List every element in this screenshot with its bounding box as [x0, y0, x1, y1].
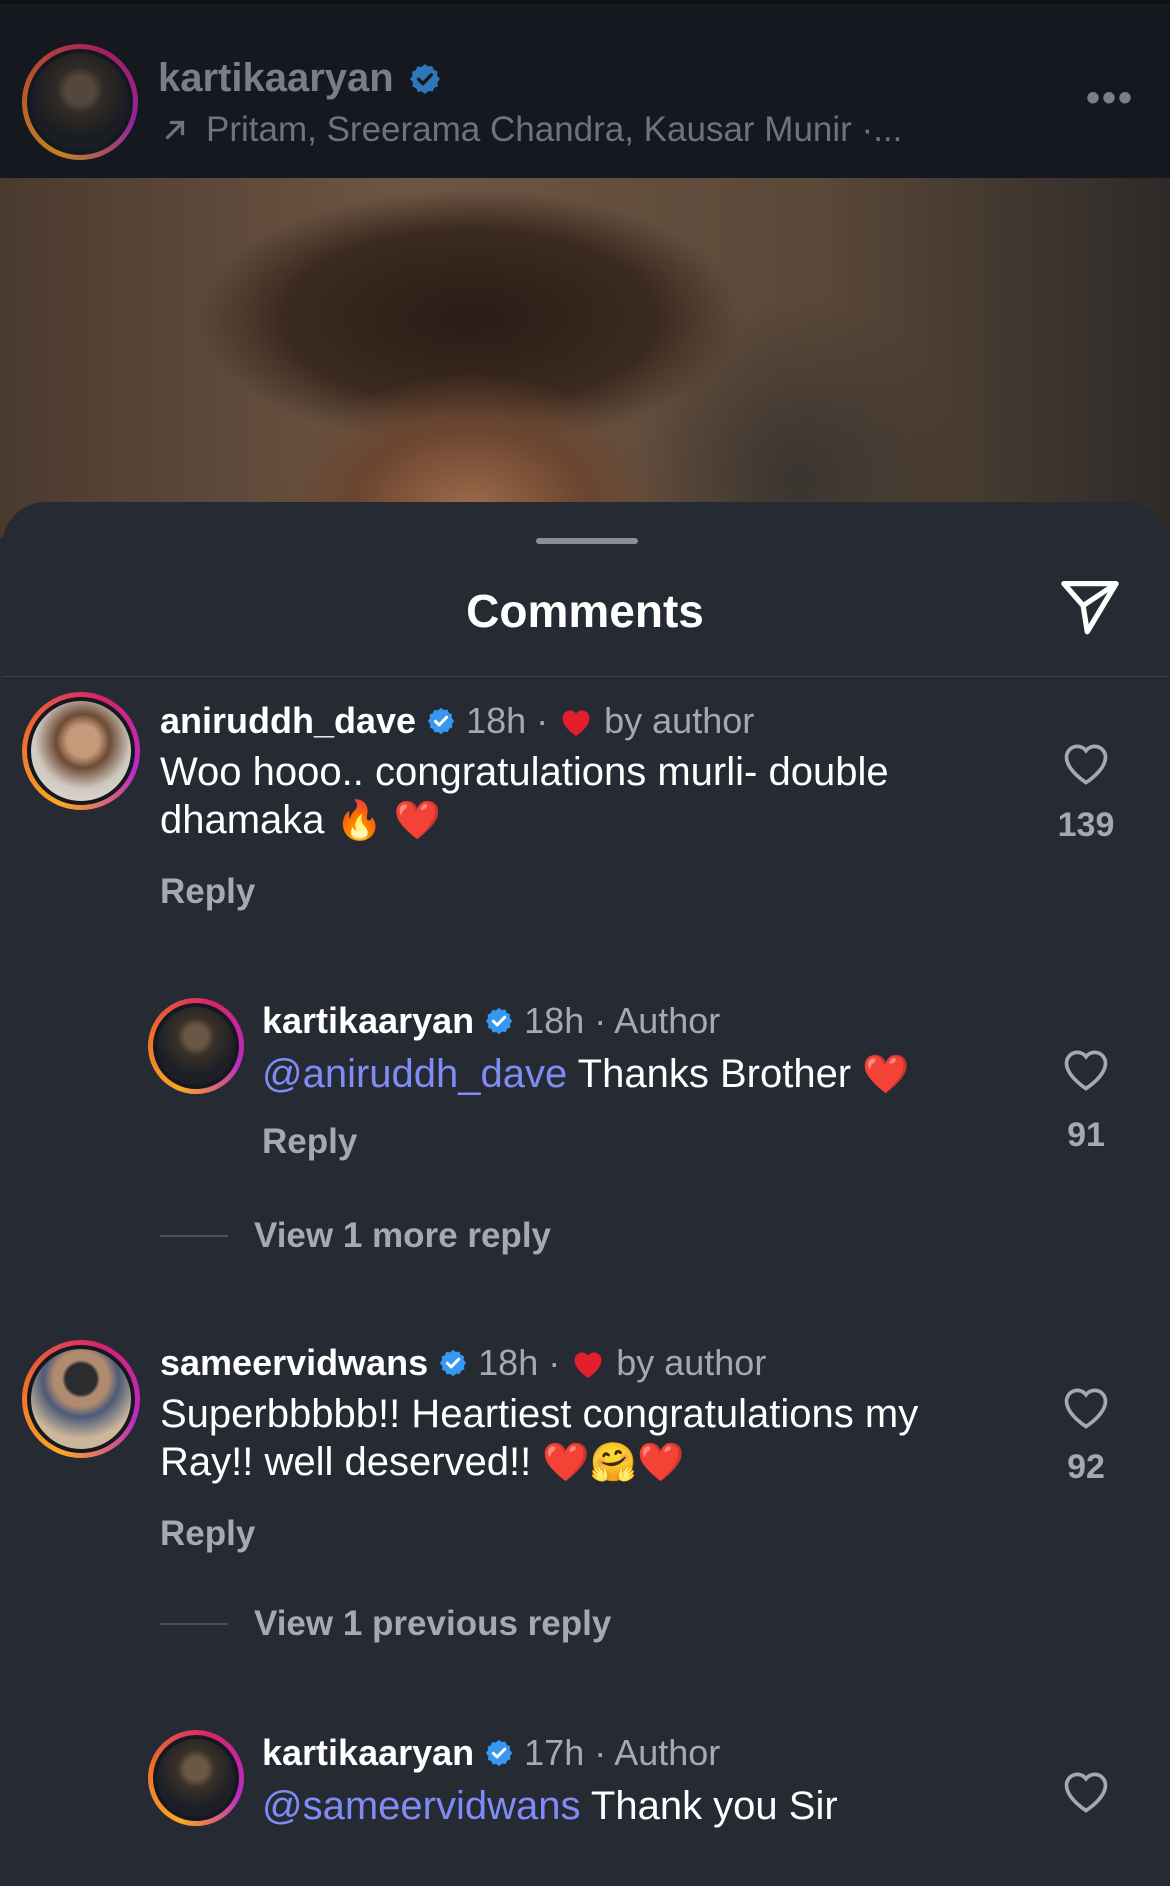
author-username-row[interactable]: kartikaaryan — [158, 56, 442, 101]
comment-time: 18h · — [478, 1342, 561, 1383]
comment-meta: sameervidwans 18h · by author — [160, 1342, 766, 1384]
commenter-avatar[interactable] — [22, 692, 140, 810]
liked-by-author-label: by author — [616, 1342, 767, 1383]
commenter-avatar[interactable] — [148, 1730, 244, 1826]
comment-time: 17h · Author — [524, 1732, 721, 1773]
verified-badge-icon — [440, 1349, 467, 1377]
view-previous-replies-label: View 1 previous reply — [254, 1604, 612, 1643]
audio-credit[interactable]: Pritam, Sreerama Chandra, Kausar Munir ·… — [160, 110, 902, 150]
thread-line — [160, 1623, 228, 1625]
like-heart-icon[interactable] — [1060, 738, 1112, 786]
comment-body: Thanks Brother — [577, 1052, 852, 1096]
author-username[interactable]: kartikaaryan — [158, 56, 394, 101]
author-avatar[interactable] — [22, 44, 138, 160]
mention-link[interactable]: @aniruddh_dave — [262, 1052, 567, 1096]
sheet-title: Comments — [466, 585, 704, 637]
reply-button[interactable]: Reply — [262, 1122, 357, 1162]
sheet-grabber-handle[interactable] — [536, 538, 638, 544]
like-heart-icon[interactable] — [1060, 1382, 1112, 1430]
comment-text: @aniruddh_dave Thanks Brother ❤️ — [262, 1050, 1022, 1099]
reel-header: kartikaaryan Pritam, Sreerama Chandra, K… — [0, 0, 1170, 178]
like-count: 91 — [1067, 1116, 1105, 1154]
comment-username[interactable]: kartikaaryan — [262, 1732, 474, 1774]
reply-button[interactable]: Reply — [160, 872, 255, 912]
verified-badge-icon — [409, 63, 440, 94]
audio-credit-text: Pritam, Sreerama Chandra, Kausar Munir ·… — [206, 110, 903, 149]
comment-meta: aniruddh_dave 18h · by author — [160, 700, 754, 742]
comment-meta: kartikaaryan 18h · Author — [262, 1000, 720, 1042]
share-send-icon[interactable] — [1054, 574, 1126, 640]
reply-button[interactable]: Reply — [160, 1514, 255, 1554]
comment-text: @sameervidwans Thank you Sir — [262, 1782, 1022, 1830]
comment-text: Superbbbbb!! Heartiest congratulations m… — [160, 1390, 1020, 1487]
more-options-icon[interactable]: ••• — [1086, 76, 1134, 121]
comment-body: Superbbbbb!! Heartiest congratulations m… — [160, 1392, 919, 1484]
liked-by-author-label: by author — [604, 700, 755, 741]
sheet-divider — [2, 676, 1168, 677]
like-heart-icon[interactable] — [1060, 1766, 1112, 1814]
verified-badge-icon — [427, 707, 455, 735]
comment-emojis: 🔥 ❤️ — [335, 800, 441, 842]
comment-time: 18h · Author — [524, 1000, 721, 1041]
comment-time: 18h · — [466, 700, 549, 741]
comment-emojis: ❤️🤗❤️ — [542, 1442, 685, 1484]
verified-badge-icon — [486, 1007, 513, 1035]
view-more-replies-label: View 1 more reply — [254, 1216, 552, 1255]
verified-badge-icon — [486, 1739, 513, 1767]
commenter-avatar[interactable] — [22, 1340, 140, 1458]
reel-comments-screen: kartikaaryan Pritam, Sreerama Chandra, K… — [0, 0, 1170, 1886]
liked-heart-icon — [574, 1352, 602, 1378]
commenter-avatar[interactable] — [148, 998, 244, 1094]
thread-line — [160, 1235, 228, 1237]
liked-heart-icon — [562, 710, 590, 736]
like-count: 139 — [1057, 806, 1115, 844]
arrow-up-right-icon — [165, 120, 185, 140]
reel-video-frame — [0, 178, 1170, 538]
comment-text: Woo hooo.. congratulations murli- double… — [160, 748, 1020, 845]
comment-body: Woo hooo.. congratulations murli- double… — [160, 750, 889, 842]
mention-link[interactable]: @sameervidwans — [262, 1784, 581, 1828]
view-more-replies-button[interactable]: View 1 more reply — [160, 1216, 551, 1256]
comment-username[interactable]: sameervidwans — [160, 1342, 428, 1384]
like-count: 92 — [1067, 1448, 1105, 1486]
comment-body: Thank you Sir — [590, 1784, 838, 1828]
comment-meta: kartikaaryan 17h · Author — [262, 1732, 720, 1774]
like-heart-icon[interactable] — [1060, 1044, 1112, 1092]
view-previous-replies-button[interactable]: View 1 previous reply — [160, 1604, 611, 1644]
comment-emojis: ❤️ — [862, 1054, 910, 1096]
comments-sheet: Comments aniruddh_dave 18h · by author W… — [2, 502, 1168, 1886]
comment-username[interactable]: aniruddh_dave — [160, 700, 416, 742]
comment-username[interactable]: kartikaaryan — [262, 1000, 474, 1042]
